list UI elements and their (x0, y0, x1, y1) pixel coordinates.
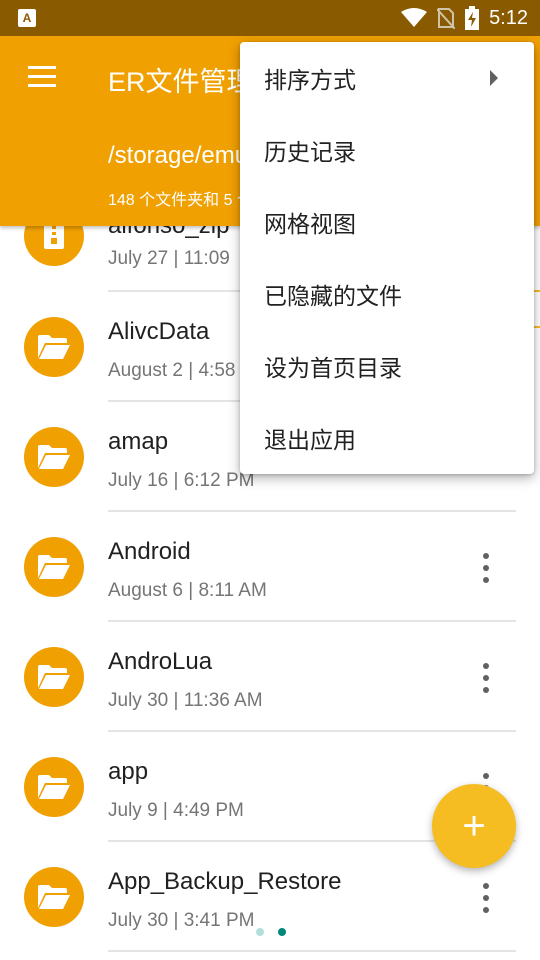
file-date: July 9 | 4:49 PM (108, 800, 244, 821)
menu-item-exit[interactable]: 退出应用 (240, 402, 534, 474)
menu-item-label: 网格视图 (264, 211, 356, 237)
menu-icon[interactable] (28, 66, 56, 88)
more-options-icon[interactable] (474, 883, 498, 913)
file-date: August 6 | 8:11 AM (108, 580, 267, 601)
page-dot-active (278, 928, 286, 936)
menu-item-grid-view[interactable]: 网格视图 (240, 186, 534, 258)
file-date: July 30 | 3:41 PM (108, 910, 255, 931)
plus-icon: + (462, 804, 486, 848)
menu-item-label: 历史记录 (264, 139, 356, 165)
clock: 5:12 (489, 6, 528, 29)
file-name: app (108, 758, 149, 785)
page-dot (256, 928, 264, 936)
app-notification-icon: A (18, 9, 36, 27)
menu-item-label: 已隐藏的文件 (264, 283, 402, 309)
file-name: App_Backup_Restore (108, 868, 342, 895)
page-indicator (256, 928, 286, 936)
file-date: July 16 | 6:12 PM (108, 470, 255, 491)
menu-item-set-home[interactable]: 设为首页目录 (240, 330, 534, 402)
folder-icon (24, 427, 84, 487)
menu-item-history[interactable]: 历史记录 (240, 114, 534, 186)
file-date: July 30 | 11:36 AM (108, 690, 263, 711)
more-options-icon[interactable] (474, 553, 498, 583)
folder-icon (24, 867, 84, 927)
file-name: AlivcData (108, 318, 210, 345)
menu-item-hidden-files[interactable]: 已隐藏的文件 (240, 258, 534, 330)
file-name: Android (108, 538, 191, 565)
submenu-arrow-icon (490, 70, 498, 86)
status-icons: 5:12 (401, 0, 528, 36)
no-sim-icon (437, 8, 456, 29)
menu-item-label: 设为首页目录 (264, 355, 402, 381)
overflow-menu: 排序方式 历史记录 网格视图 已隐藏的文件 设为首页目录 退出应用 (240, 42, 534, 474)
divider (108, 950, 516, 952)
folder-icon (24, 647, 84, 707)
menu-item-label: 退出应用 (264, 427, 356, 453)
folder-icon (24, 317, 84, 377)
menu-item-label: 排序方式 (264, 67, 356, 93)
list-item[interactable]: Android August 6 | 8:11 AM (0, 512, 540, 622)
battery-charging-icon (465, 6, 480, 30)
menu-item-sort[interactable]: 排序方式 (240, 42, 534, 114)
status-bar: A 5:12 (0, 0, 540, 36)
list-item[interactable]: AndroLua July 30 | 11:36 AM (0, 622, 540, 732)
folder-icon (24, 757, 84, 817)
file-date: July 27 | 11:09 (108, 248, 230, 269)
file-name: amap (108, 428, 169, 455)
folder-icon (24, 537, 84, 597)
more-options-icon[interactable] (474, 663, 498, 693)
file-name: AndroLua (108, 648, 213, 675)
add-button[interactable]: + (432, 784, 516, 868)
wifi-icon (401, 8, 428, 27)
